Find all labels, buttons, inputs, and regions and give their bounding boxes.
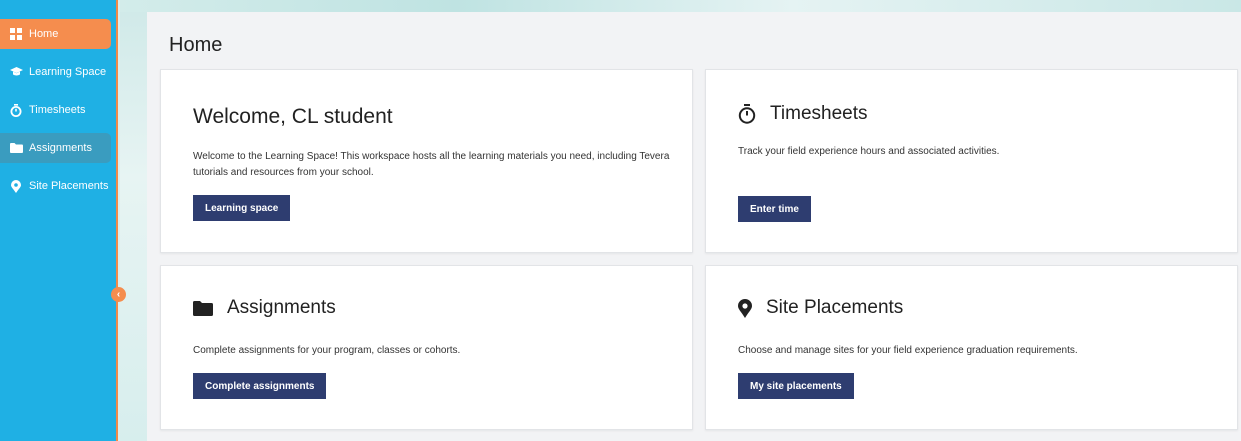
- map-pin-icon: [738, 298, 752, 318]
- sidebar-collapse-button[interactable]: ‹: [111, 287, 126, 302]
- card-description: Track your field experience hours and as…: [738, 146, 1000, 157]
- sidebar-item-label: Assignments: [29, 142, 92, 154]
- background-decoration-left: [120, 0, 147, 441]
- folder-icon: [193, 300, 213, 316]
- map-pin-icon: [9, 179, 23, 193]
- sidebar-item-label: Timesheets: [29, 104, 86, 116]
- card-title-row: Assignments: [193, 297, 336, 319]
- main-content: Home Welcome, CL student Welcome to the …: [147, 12, 1241, 441]
- sidebar-item-label: Learning Space: [29, 66, 107, 78]
- sidebar-item-site-placements[interactable]: Site Placements: [0, 171, 111, 201]
- card-title: Site Placements: [766, 297, 904, 318]
- card-title: Welcome, CL student: [193, 105, 393, 128]
- stopwatch-icon: [738, 104, 756, 124]
- sidebar-item-label: Home: [29, 28, 59, 40]
- sidebar-item-assignments[interactable]: Assignments: [0, 133, 111, 163]
- sidebar-item-home[interactable]: Home: [0, 19, 111, 49]
- card-title-row: Timesheets: [738, 103, 868, 125]
- sidebar-item-learning-space[interactable]: Learning Space: [0, 57, 111, 87]
- card-description: Welcome to the Learning Space! This work…: [193, 151, 670, 178]
- card-description: Complete assignments for your program, c…: [193, 345, 461, 356]
- complete-assignments-button[interactable]: Complete assignments: [193, 373, 327, 399]
- graduation-cap-icon: [9, 65, 23, 79]
- site-placements-card: Site Placements Choose and manage sites …: [705, 265, 1238, 430]
- timesheets-card: Timesheets Track your field experience h…: [705, 69, 1238, 253]
- sidebar: Home Learning Space Timesheets Assignmen…: [0, 0, 118, 441]
- learning-space-button[interactable]: Learning space: [193, 195, 291, 221]
- background-decoration-top: [120, 0, 1241, 12]
- card-title-row: Site Placements: [738, 297, 903, 319]
- enter-time-button[interactable]: Enter time: [738, 196, 811, 222]
- sidebar-item-label: Site Placements: [29, 180, 109, 192]
- stopwatch-icon: [9, 103, 23, 117]
- card-description: Choose and manage sites for your field e…: [738, 345, 1078, 356]
- chevron-left-icon: ‹: [116, 289, 121, 300]
- folder-icon: [9, 141, 23, 155]
- welcome-card: Welcome, CL student Welcome to the Learn…: [160, 69, 693, 253]
- my-site-placements-button[interactable]: My site placements: [738, 373, 854, 399]
- assignments-card: Assignments Complete assignments for you…: [160, 265, 693, 430]
- sidebar-item-timesheets[interactable]: Timesheets: [0, 95, 111, 125]
- page-title: Home: [169, 34, 223, 56]
- card-title: Timesheets: [770, 103, 868, 124]
- card-title: Assignments: [227, 297, 336, 318]
- grid-icon: [9, 27, 23, 41]
